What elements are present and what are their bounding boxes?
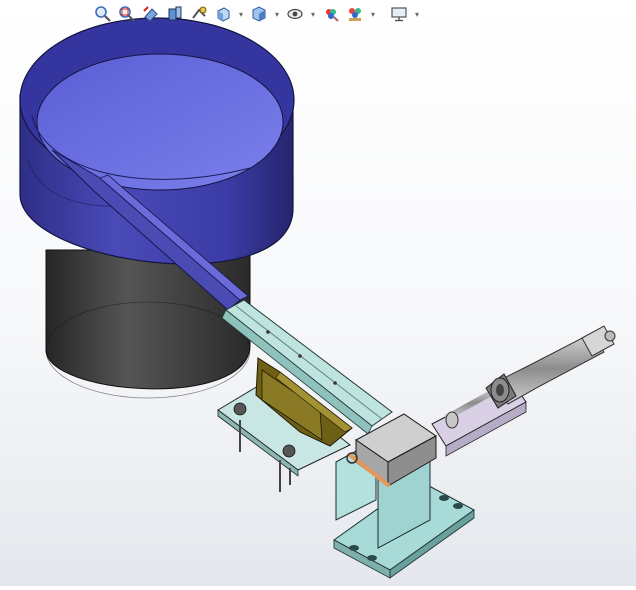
edit-appearance-icon[interactable] (320, 3, 342, 25)
chevron-down-icon[interactable]: ▾ (368, 3, 378, 25)
zoom-to-fit-icon[interactable] (92, 3, 114, 25)
chevron-down-icon[interactable]: ▾ (272, 3, 282, 25)
chevron-down-icon[interactable]: ▾ (236, 3, 246, 25)
view-orientation-icon[interactable] (212, 3, 234, 25)
dynamic-annotation-views-icon[interactable] (188, 3, 210, 25)
display-style-icon[interactable] (248, 3, 270, 25)
apply-scene-icon[interactable] (344, 3, 366, 25)
chevron-down-icon[interactable]: ▾ (308, 3, 318, 25)
view-settings-icon[interactable] (388, 3, 410, 25)
previous-view-icon[interactable] (140, 3, 162, 25)
section-view-icon[interactable] (164, 3, 186, 25)
graphics-viewport[interactable]: ▾ ▾ ▾ ▾ ▾ (0, 0, 636, 586)
chevron-down-icon[interactable]: ▾ (412, 3, 422, 25)
zoom-to-area-icon[interactable] (116, 3, 138, 25)
hide-show-items-icon[interactable] (284, 3, 306, 25)
heads-up-view-toolbar: ▾ ▾ ▾ ▾ ▾ (92, 2, 422, 26)
model-view (19, 17, 616, 579)
